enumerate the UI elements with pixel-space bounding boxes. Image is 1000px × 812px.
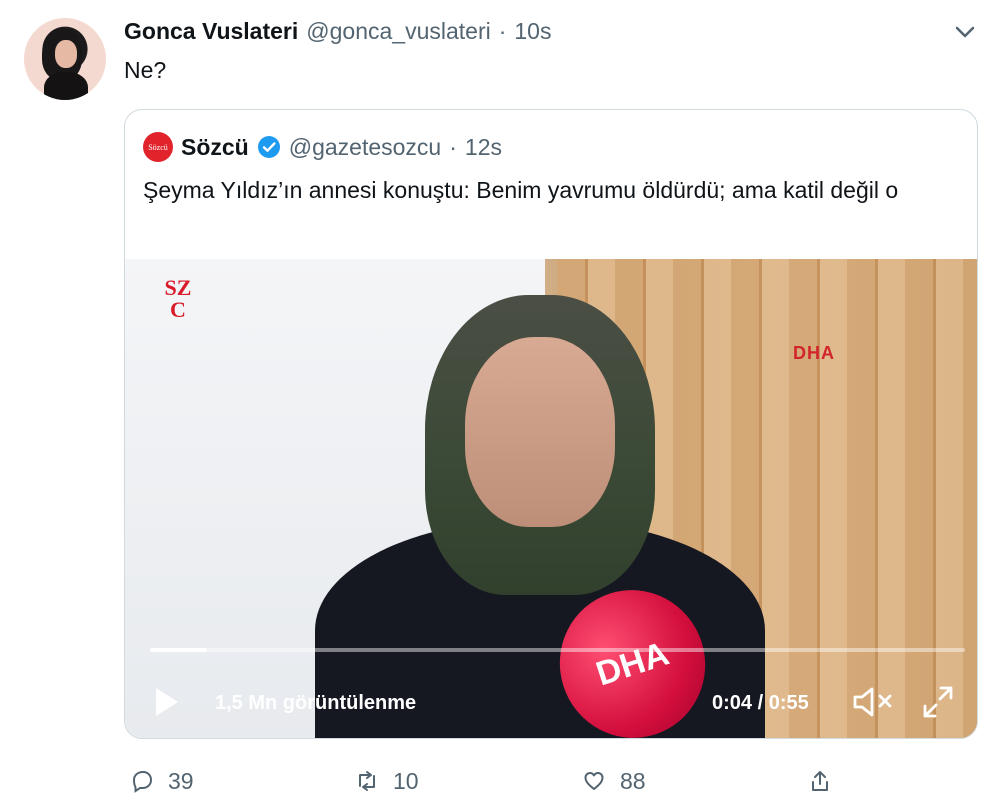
author-handle[interactable]: @gonca_vuslateri — [306, 18, 490, 45]
video-progress-track[interactable] — [150, 648, 965, 652]
video-time-separator: / — [752, 692, 769, 714]
verified-badge-icon — [257, 136, 280, 158]
video-controls: 1,5 Mn görüntülenme 0:04 / 0:55 — [125, 675, 977, 735]
video-time: 0:04 / 0:55 — [712, 692, 809, 715]
chevron-down-icon[interactable] — [950, 20, 980, 44]
retweet-count: 10 — [393, 767, 419, 794]
share-button[interactable] — [808, 769, 832, 793]
fullscreen-icon[interactable] — [920, 683, 956, 721]
quoted-author-name[interactable]: Sözcü — [181, 134, 249, 161]
author-avatar[interactable] — [24, 18, 106, 100]
quoted-author-handle[interactable]: @gazetesozcu — [289, 134, 442, 161]
quoted-tweet-header: Sözcü Sözcü @gazetesozcu · 12s — [143, 132, 502, 162]
quoted-tweet[interactable]: Sözcü Sözcü @gazetesozcu · 12s Şeyma Yıl… — [124, 109, 978, 739]
sozcu-tv-logo: SZ C — [150, 277, 206, 333]
reply-icon — [132, 770, 153, 793]
avatar-body-shape — [44, 72, 88, 100]
muted-speaker-icon[interactable] — [850, 683, 896, 721]
play-icon[interactable] — [150, 685, 182, 719]
retweet-button[interactable]: 10 — [355, 768, 419, 795]
quoted-tweet-text: Şeyma Yıldız’ın annesi konuştu: Benim ya… — [143, 177, 899, 203]
person-face-shape — [465, 337, 615, 527]
reply-count: 39 — [168, 767, 194, 794]
retweet-icon — [359, 771, 375, 791]
quoted-tweet-time[interactable]: 12s — [465, 134, 502, 161]
video-progress-fill — [150, 648, 208, 652]
avatar-face-shape — [55, 40, 77, 68]
sozcu-logo: Sözcü — [143, 132, 173, 162]
header-separator: · — [498, 18, 507, 44]
tweet-text: Ne? — [124, 57, 167, 83]
author-name[interactable]: Gonca Vuslateri — [124, 18, 298, 45]
quoted-header-separator: · — [449, 133, 457, 160]
sozcu-tv-logo-text: SZ C — [164, 275, 192, 322]
video-elapsed: 0:04 — [712, 692, 753, 714]
dha-watermark: DHA — [793, 343, 835, 363]
heart-icon — [584, 772, 604, 790]
tweet-header: Gonca Vuslateri @gonca_vuslateri · 10s — [124, 18, 551, 45]
tweet-time[interactable]: 10s — [514, 18, 551, 45]
share-icon — [812, 771, 828, 791]
tweet-actions: 39 10 88 — [130, 764, 975, 798]
like-count: 88 — [620, 767, 646, 794]
video-duration: 0:55 — [768, 692, 809, 714]
video-player[interactable]: SZ C DHA DHA 1,5 Mn görüntülenme 0:04 / … — [125, 259, 977, 738]
reply-button[interactable]: 39 — [130, 768, 194, 795]
like-button[interactable]: 88 — [582, 768, 646, 795]
view-count: 1,5 Mn görüntülenme — [215, 692, 417, 714]
